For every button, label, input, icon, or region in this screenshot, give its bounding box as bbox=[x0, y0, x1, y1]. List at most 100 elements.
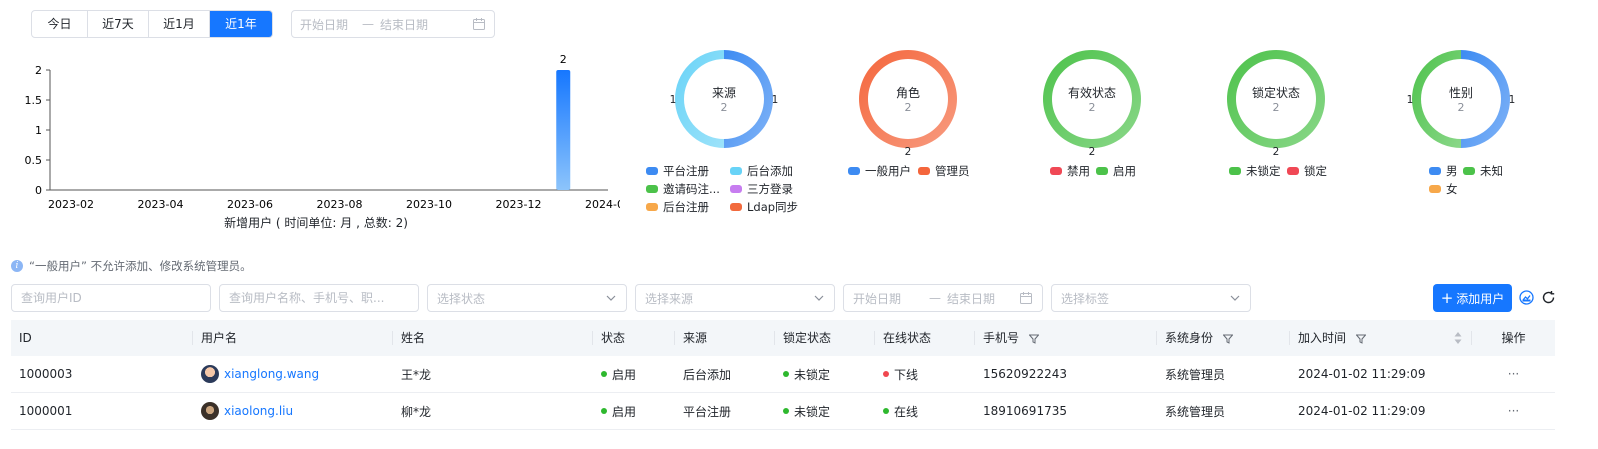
donut-legend: 平台注册 后台添加 邀请码注... 三方登录后台注册 Ldap同步 bbox=[646, 162, 818, 216]
tab-1-year[interactable]: 近1年 bbox=[210, 11, 272, 37]
legend-item[interactable]: Ldap同步 bbox=[730, 198, 814, 216]
legend-label: 女 bbox=[1446, 182, 1458, 196]
legend-item[interactable]: 后台注册 bbox=[646, 198, 730, 216]
status-dot bbox=[601, 371, 607, 377]
tag-select-placeholder: 选择标签 bbox=[1061, 291, 1110, 306]
donut-legend: 一般用户 管理员 bbox=[848, 162, 1020, 180]
user-id-input[interactable] bbox=[21, 291, 201, 305]
y-tick-label: 0.5 bbox=[25, 154, 43, 167]
legend-label: 三方登录 bbox=[747, 182, 793, 196]
donut-title: 来源 bbox=[711, 86, 736, 100]
header-name: 姓名 bbox=[393, 320, 593, 356]
legend-item[interactable]: 一般用户 bbox=[848, 162, 918, 180]
legend-item[interactable]: 禁用 bbox=[1050, 162, 1096, 180]
header-join-time[interactable]: 加入时间 bbox=[1290, 320, 1472, 356]
tag-select[interactable]: 选择标签 bbox=[1051, 284, 1251, 312]
legend-swatch bbox=[1429, 185, 1441, 193]
y-tick-label: 1 bbox=[35, 124, 42, 137]
filter-icon[interactable] bbox=[1028, 334, 1040, 344]
user-id-search[interactable] bbox=[11, 284, 211, 312]
add-user-button[interactable]: + 添加用户 bbox=[1433, 284, 1512, 312]
header-role[interactable]: 系统身份 bbox=[1157, 320, 1290, 356]
cell-status: 启用 bbox=[593, 366, 675, 383]
username-link[interactable]: xianglong.wang bbox=[224, 367, 319, 381]
donut-legend: 未锁定 锁定 bbox=[1229, 162, 1401, 180]
calendar-icon bbox=[473, 18, 485, 30]
calendar-icon bbox=[1020, 292, 1032, 304]
legend-swatch bbox=[918, 167, 930, 175]
y-tick-label: 2 bbox=[35, 64, 42, 77]
tab-today[interactable]: 今日 bbox=[32, 11, 88, 37]
status-select-placeholder: 选择状态 bbox=[437, 291, 486, 306]
user-keyword-search[interactable] bbox=[219, 284, 419, 312]
cell-lock-status: 未锁定 bbox=[775, 366, 875, 383]
notice-text: “一般用户” 不允许添加、修改系统管理员。 bbox=[29, 259, 252, 273]
date-separator: — bbox=[929, 291, 942, 305]
legend-swatch bbox=[730, 203, 742, 211]
cell-source: 后台添加 bbox=[683, 367, 732, 382]
x-tick-label: 2023-08 bbox=[317, 198, 363, 211]
legend-swatch bbox=[646, 203, 658, 211]
legend-item[interactable]: 后台添加 bbox=[730, 162, 814, 180]
status-dot bbox=[883, 371, 889, 377]
legend-item[interactable]: 未锁定 bbox=[1229, 162, 1287, 180]
legend-label: 一般用户 bbox=[865, 164, 911, 178]
filter-icon[interactable] bbox=[1222, 334, 1234, 344]
status-select[interactable]: 选择状态 bbox=[427, 284, 627, 312]
legend-label: 邀请码注... bbox=[663, 182, 720, 196]
add-user-label: 添加用户 bbox=[1456, 291, 1505, 306]
header-username: 用户名 bbox=[193, 320, 393, 356]
x-tick-label: 2023-10 bbox=[406, 198, 452, 211]
donut-total: 2 bbox=[904, 101, 912, 114]
legend-item[interactable]: 男 bbox=[1429, 162, 1463, 180]
legend-item[interactable]: 三方登录 bbox=[730, 180, 814, 198]
donut-chart-4: 2 锁定状态 2 bbox=[1221, 44, 1331, 158]
legend-item[interactable]: 平台注册 bbox=[646, 162, 730, 180]
header-phone[interactable]: 手机号 bbox=[975, 320, 1157, 356]
legend-item[interactable]: 启用 bbox=[1096, 162, 1180, 180]
legend-item[interactable]: 管理员 bbox=[918, 162, 1002, 180]
donut-chart-5: 1 1 性别 2 bbox=[1406, 44, 1516, 154]
source-select[interactable]: 选择来源 bbox=[635, 284, 835, 312]
header-id: ID bbox=[11, 320, 193, 356]
bar-2024-01[interactable] bbox=[556, 70, 571, 190]
legend-item[interactable]: 女 bbox=[1429, 180, 1463, 198]
donut-legend: 男 未知女 bbox=[1429, 162, 1598, 198]
start-date-placeholder: 开始日期 bbox=[853, 291, 902, 306]
donut-total: 2 bbox=[1272, 101, 1280, 114]
legend-swatch bbox=[1429, 167, 1441, 175]
more-actions-icon[interactable]: ··· bbox=[1472, 367, 1555, 381]
table-body: 1000003 xianglong.wang 王*龙 启用 后台添加 未锁定 下… bbox=[11, 356, 1555, 430]
permission-notice: i “一般用户” 不允许添加、修改系统管理员。 bbox=[11, 258, 252, 274]
tab-1-month[interactable]: 近1月 bbox=[149, 11, 210, 37]
donut-title: 有效状态 bbox=[1067, 86, 1116, 100]
donut-title: 锁定状态 bbox=[1251, 86, 1300, 100]
refresh-icon[interactable] bbox=[1541, 290, 1556, 305]
donut-center: 锁定状态 2 bbox=[1221, 44, 1331, 154]
x-tick-label: 2023-04 bbox=[138, 198, 184, 211]
legend-item[interactable]: 邀请码注... bbox=[646, 180, 730, 198]
header-status: 状态 bbox=[593, 320, 675, 356]
user-keyword-input[interactable] bbox=[229, 291, 409, 305]
join-date-range-picker[interactable]: 开始日期 — 结束日期 bbox=[843, 284, 1043, 312]
legend-label: 锁定 bbox=[1304, 164, 1327, 178]
more-actions-icon[interactable]: ··· bbox=[1472, 404, 1555, 418]
x-tick-label: 2023-06 bbox=[227, 198, 273, 211]
bar-data-label: 2 bbox=[560, 53, 567, 66]
legend-label: 后台注册 bbox=[663, 200, 709, 214]
tab-7-days[interactable]: 近7天 bbox=[88, 11, 149, 37]
export-icon[interactable] bbox=[1519, 290, 1534, 305]
cell-role: 系统管理员 bbox=[1165, 367, 1226, 382]
chart-date-range-picker[interactable]: 开始日期 — 结束日期 bbox=[291, 10, 495, 38]
legend-item[interactable]: 锁定 bbox=[1287, 162, 1371, 180]
end-date-placeholder: 结束日期 bbox=[380, 17, 429, 32]
cell-lock-status: 未锁定 bbox=[775, 403, 875, 420]
legend-item[interactable]: 未知 bbox=[1463, 162, 1547, 180]
sort-icon[interactable] bbox=[1454, 331, 1462, 345]
username-link[interactable]: xiaolong.liu bbox=[224, 404, 293, 418]
status-dot bbox=[883, 408, 889, 414]
status-dot bbox=[601, 408, 607, 414]
table-header: ID 用户名 姓名 状态 来源 锁定状态 在线状态 手机号 系统身份 加入时间 … bbox=[11, 320, 1555, 356]
source-select-placeholder: 选择来源 bbox=[645, 291, 694, 306]
filter-icon[interactable] bbox=[1355, 334, 1367, 344]
